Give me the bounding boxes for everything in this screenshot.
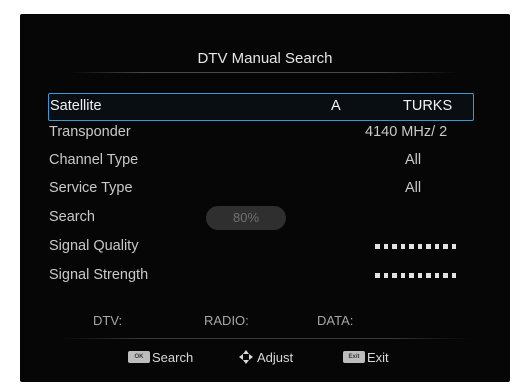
dtv-manual-search-dialog: DTV Manual Search Satellite A TURKS Tran… [20, 14, 510, 382]
signal-dot [426, 273, 431, 278]
satellite-row[interactable]: Satellite A TURKS [48, 93, 474, 121]
signal-quality-row: Signal Quality [48, 234, 472, 260]
signal-dot [443, 273, 448, 278]
data-count-label: DATA: [317, 313, 354, 328]
search-progress: 80% [206, 206, 286, 230]
signal-dot [434, 244, 439, 249]
transponder-label: Transponder [49, 124, 131, 140]
channel-type-label: Channel Type [49, 152, 139, 168]
signal-dot [434, 273, 439, 278]
exit-hint[interactable]: Exit Exit [343, 348, 389, 366]
channel-type-value: All [405, 152, 422, 168]
satellite-label: Satellite [50, 98, 102, 114]
transponder-value: 4140 MHz/ 2 [365, 124, 448, 140]
title-divider [68, 72, 458, 73]
satellite-value-prefix: A [331, 98, 341, 114]
search-hint[interactable]: OK Search [128, 348, 193, 366]
dialog-title: DTV Manual Search [197, 50, 333, 67]
dpad-arrows-icon [239, 350, 253, 364]
signal-dot [400, 244, 405, 249]
signal-strength-meter [375, 273, 456, 278]
footer-divider [60, 338, 470, 339]
exit-hint-label: Exit [367, 349, 389, 365]
adjust-hint[interactable]: Adjust [238, 348, 293, 366]
ok-key-icon: OK [128, 351, 150, 363]
signal-dot [400, 273, 405, 278]
satellite-value: TURKS [403, 98, 453, 114]
exit-key-icon: Exit [343, 351, 365, 363]
signal-dot [409, 244, 414, 249]
signal-strength-row: Signal Strength [48, 263, 472, 289]
signal-dot [417, 273, 422, 278]
dtv-count-label: DTV: [93, 313, 123, 328]
channel-type-row[interactable]: Channel Type All [48, 148, 472, 174]
signal-dot [383, 244, 388, 249]
signal-dot [417, 244, 422, 249]
service-type-label: Service Type [49, 180, 133, 196]
signal-dot [392, 273, 397, 278]
signal-dot [392, 244, 397, 249]
service-type-value: All [405, 180, 422, 196]
signal-dot [409, 273, 414, 278]
signal-quality-meter [375, 244, 456, 249]
signal-dot [426, 244, 431, 249]
radio-count-label: RADIO: [204, 313, 249, 328]
signal-dot [375, 244, 380, 249]
search-label: Search [49, 209, 95, 225]
signal-strength-label: Signal Strength [49, 267, 149, 283]
adjust-hint-label: Adjust [257, 349, 294, 365]
transponder-row[interactable]: Transponder 4140 MHz/ 2 [48, 120, 472, 146]
service-type-row[interactable]: Service Type All [48, 176, 472, 202]
signal-dot [383, 273, 388, 278]
signal-quality-label: Signal Quality [49, 238, 139, 254]
signal-dot [375, 273, 380, 278]
signal-dot [451, 273, 456, 278]
search-hint-label: Search [152, 349, 194, 365]
signal-dot [443, 244, 448, 249]
signal-dot [451, 244, 456, 249]
